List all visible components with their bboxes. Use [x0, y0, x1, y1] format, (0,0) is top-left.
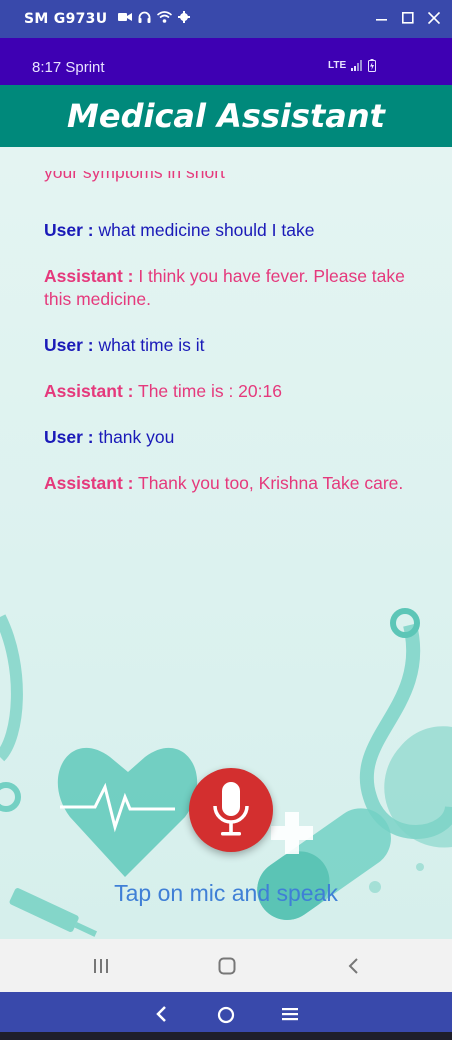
network-type: LTE: [328, 60, 347, 71]
message-text: thank you: [93, 427, 175, 447]
message-text: Thank you too, Krishna Take care.: [133, 473, 404, 493]
chat-message-user: User : what medicine should I take: [44, 219, 414, 242]
headphones-icon: [138, 11, 151, 23]
minimize-icon[interactable]: [376, 9, 388, 27]
window-controls: [376, 9, 440, 27]
message-text: The time is : 20:16: [133, 381, 282, 401]
wifi-icon: [157, 11, 172, 23]
speaker-label: Assistant :: [44, 473, 134, 493]
battery-icon: [368, 59, 377, 72]
gear-icon: [178, 11, 190, 23]
back-arrow-icon[interactable]: [155, 1006, 169, 1022]
chat-message-assistant: Assistant : The time is : 20:16: [44, 380, 414, 403]
message-text: what medicine should I take: [93, 220, 315, 240]
message-text: what time is it: [93, 335, 205, 355]
signal-icon: [351, 60, 363, 71]
android-nav-bar: [0, 939, 452, 992]
app-title: Medical Assistant: [67, 97, 385, 135]
window-status-icons: [118, 11, 190, 23]
maximize-icon[interactable]: [402, 9, 414, 27]
back-icon[interactable]: [345, 957, 363, 975]
chat-message-assistant: Assistant : Thank you too, Krishna Take …: [44, 472, 414, 495]
speaker-label: User :: [44, 220, 94, 240]
window-title: SM G973U: [24, 11, 108, 27]
microphone-icon: [213, 782, 249, 836]
taskbar-strip: [0, 1032, 452, 1040]
chat-message-cutoff: your symptoms in short: [44, 171, 225, 182]
mic-button[interactable]: [189, 768, 273, 852]
speaker-label: Assistant :: [44, 381, 134, 401]
status-icons: LTE: [328, 59, 377, 72]
speaker-label: User :: [44, 427, 94, 447]
home-icon[interactable]: [218, 957, 236, 975]
window-titlebar: SM G973U: [0, 0, 452, 38]
status-time: 8:17 Sprint: [32, 59, 105, 76]
chat-message-assistant: Assistant : I think you have fever. Plea…: [44, 265, 414, 311]
home-circle-icon[interactable]: [217, 1006, 235, 1024]
app-bar: Medical Assistant: [0, 85, 452, 147]
status-bar: 8:17 Sprint LTE: [0, 38, 452, 85]
speaker-label: Assistant :: [44, 266, 134, 286]
mic-hint-label: Tap on mic and speak: [114, 880, 338, 906]
chat-message-user: User : thank you: [44, 426, 414, 449]
chat-message-user: User : what time is it: [44, 334, 414, 357]
video-icon: [118, 13, 132, 21]
menu-icon[interactable]: [282, 1007, 298, 1021]
chat-area[interactable]: your symptoms in short User : what medic…: [0, 147, 452, 939]
speaker-label: User :: [44, 335, 94, 355]
close-icon[interactable]: [428, 9, 440, 27]
controller-bar: [0, 992, 452, 1032]
recent-apps-icon[interactable]: [92, 957, 110, 975]
